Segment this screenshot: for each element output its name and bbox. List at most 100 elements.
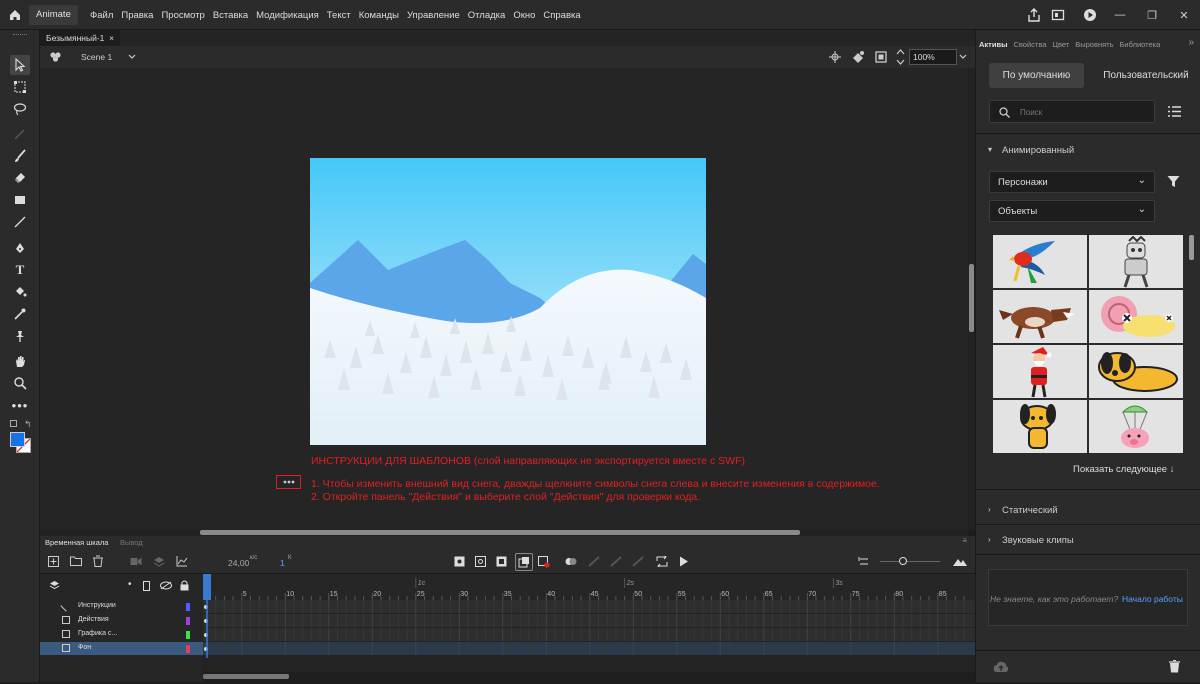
- zoom-tool-icon[interactable]: [10, 373, 30, 393]
- section-animated[interactable]: ▾ Анимированный: [976, 141, 1200, 161]
- menu-item-8[interactable]: Отладка: [464, 10, 510, 21]
- layer-color-swatch[interactable]: [186, 631, 190, 639]
- menu-item-9[interactable]: Окно: [509, 10, 539, 21]
- panel-tab-0[interactable]: Активы: [976, 40, 1010, 52]
- layer-color-swatch[interactable]: [186, 645, 190, 653]
- new-folder-icon[interactable]: [70, 556, 82, 566]
- more-tools-icon[interactable]: •••: [10, 395, 30, 415]
- play-icon[interactable]: [679, 556, 689, 567]
- brush-tool-icon[interactable]: [10, 146, 30, 166]
- test-movie-icon[interactable]: [1083, 8, 1097, 22]
- home-icon[interactable]: [8, 8, 22, 22]
- getting-started-link[interactable]: Начало работы: [1122, 594, 1183, 604]
- insert-blank-keyframe-icon[interactable]: [475, 556, 486, 567]
- eyedropper-tool-icon[interactable]: [10, 304, 30, 324]
- text-tool-icon[interactable]: T: [10, 260, 30, 280]
- pin-tool-icon[interactable]: [10, 326, 30, 346]
- layer-row[interactable]: Действия: [40, 614, 203, 627]
- menu-item-3[interactable]: Вставка: [209, 10, 252, 21]
- scene-icon[interactable]: [49, 51, 62, 63]
- scene-name[interactable]: Scene 1: [81, 52, 112, 62]
- zoom-stepper-icon[interactable]: [896, 48, 905, 66]
- stage-vertical-scrollbar[interactable]: [968, 68, 975, 530]
- panel-tab-1[interactable]: Свойства: [1010, 40, 1049, 52]
- upload-cloud-icon[interactable]: [993, 660, 1009, 673]
- asset-dog-sitting[interactable]: [993, 400, 1087, 453]
- panel-tab-3[interactable]: Выровнять: [1072, 40, 1116, 52]
- playhead-handle[interactable]: [203, 574, 211, 600]
- panel-menu-icon[interactable]: ≡: [962, 536, 967, 545]
- camera-icon[interactable]: [130, 557, 142, 566]
- asset-robot[interactable]: [1089, 235, 1183, 288]
- rectangle-tool-icon[interactable]: [10, 190, 30, 210]
- vertical-scroll-thumb[interactable]: [969, 264, 974, 332]
- zoom-input[interactable]: 100%: [909, 49, 957, 65]
- timeline-scrollbar[interactable]: [203, 672, 975, 682]
- thumbnails-scrollbar[interactable]: [1189, 235, 1194, 260]
- frame-grid[interactable]: 5 10 15 20 25 30 35 40 45 50 55 60 65 70 75 80 85 1с 2s 3s: [203, 574, 975, 682]
- document-tab[interactable]: Безымянный-1 ×: [40, 30, 121, 46]
- graph-icon[interactable]: [176, 556, 188, 567]
- eraser-tool-icon[interactable]: [10, 168, 30, 188]
- fps-value[interactable]: 24,00: [228, 558, 249, 568]
- loop-playback-icon[interactable]: [656, 556, 668, 567]
- asset-pig-parachute[interactable]: [1089, 400, 1183, 453]
- loop-icon[interactable]: [565, 556, 577, 567]
- app-name[interactable]: Animate: [29, 5, 78, 25]
- asset-dog-lying[interactable]: [1089, 345, 1183, 398]
- center-frame-icon[interactable]: [858, 556, 870, 567]
- section-static[interactable]: › Статический: [976, 501, 1200, 521]
- zoom-chevron-down-icon[interactable]: [959, 54, 967, 60]
- document-tab-close[interactable]: ×: [109, 33, 114, 43]
- timeline-zoom-handle[interactable]: [899, 557, 907, 565]
- free-transform-tool-icon[interactable]: [10, 77, 30, 97]
- insert-keyframe-icon[interactable]: [454, 556, 465, 567]
- asset-wolf[interactable]: [993, 290, 1087, 343]
- new-layer-icon[interactable]: [48, 556, 59, 567]
- custom-button[interactable]: Пользовательский: [1096, 63, 1196, 88]
- menu-item-10[interactable]: Справка: [539, 10, 584, 21]
- frame-grid-svg[interactable]: 5 10 15 20 25 30 35 40 45 50 55 60 65 70 75 80 85 1с 2s 3s: [203, 574, 975, 682]
- panel-collapse-icon[interactable]: »: [1188, 37, 1194, 48]
- menu-item-7[interactable]: Управление: [403, 10, 464, 21]
- edit-symbols-icon[interactable]: [851, 50, 865, 64]
- list-view-icon[interactable]: [1168, 106, 1181, 117]
- panel-tab-4[interactable]: Библиотека: [1117, 40, 1164, 52]
- close-button[interactable]: ✕: [1168, 0, 1200, 30]
- menu-item-6[interactable]: Команды: [355, 10, 403, 21]
- selection-tool-icon[interactable]: [10, 55, 30, 75]
- search-input[interactable]: [1020, 105, 1140, 119]
- layer-row[interactable]: Фон: [40, 642, 203, 655]
- menu-item-2[interactable]: Просмотр: [157, 10, 208, 21]
- layer-row[interactable]: Инструкции: [40, 600, 203, 613]
- hand-tool-icon[interactable]: [10, 351, 30, 371]
- delete-layer-icon[interactable]: [93, 555, 103, 567]
- show-more-link[interactable]: Показать следующее ↓: [1073, 464, 1174, 475]
- insert-frame-icon[interactable]: [496, 556, 507, 567]
- onion-skin-button[interactable]: [515, 553, 533, 571]
- layer-depth-icon[interactable]: [153, 556, 165, 567]
- asset-parrot[interactable]: [993, 235, 1087, 288]
- publish-icon[interactable]: [1051, 8, 1065, 22]
- section-sound-clips[interactable]: › Звуковые клипы: [976, 531, 1200, 551]
- timeline-zoom-slider[interactable]: [880, 561, 940, 562]
- menu-item-1[interactable]: Правка: [117, 10, 157, 21]
- tab-timeline[interactable]: Временная шкала: [45, 538, 108, 547]
- chevron-down-icon[interactable]: [128, 54, 136, 60]
- minimize-button[interactable]: —: [1104, 0, 1136, 30]
- tab-output[interactable]: Вывод: [120, 538, 143, 547]
- pen-tool-icon[interactable]: [10, 238, 30, 258]
- default-colors-icon[interactable]: [10, 420, 17, 427]
- menu-item-4[interactable]: Модификация: [252, 10, 323, 21]
- hide-all-icon[interactable]: [160, 581, 172, 590]
- snow-symbol[interactable]: [276, 475, 301, 489]
- maximize-button[interactable]: ❐: [1136, 0, 1168, 30]
- panel-tab-2[interactable]: Цвет: [1049, 40, 1072, 52]
- horizontal-scroll-thumb[interactable]: [200, 530, 800, 535]
- line-tool-icon[interactable]: [10, 212, 30, 232]
- share-icon[interactable]: [1027, 8, 1041, 22]
- clip-content-icon[interactable]: [875, 51, 887, 63]
- edit-multiple-frames-icon[interactable]: [538, 556, 550, 568]
- menu-item-0[interactable]: Файл: [86, 10, 117, 21]
- layer-color-swatch[interactable]: [186, 603, 190, 611]
